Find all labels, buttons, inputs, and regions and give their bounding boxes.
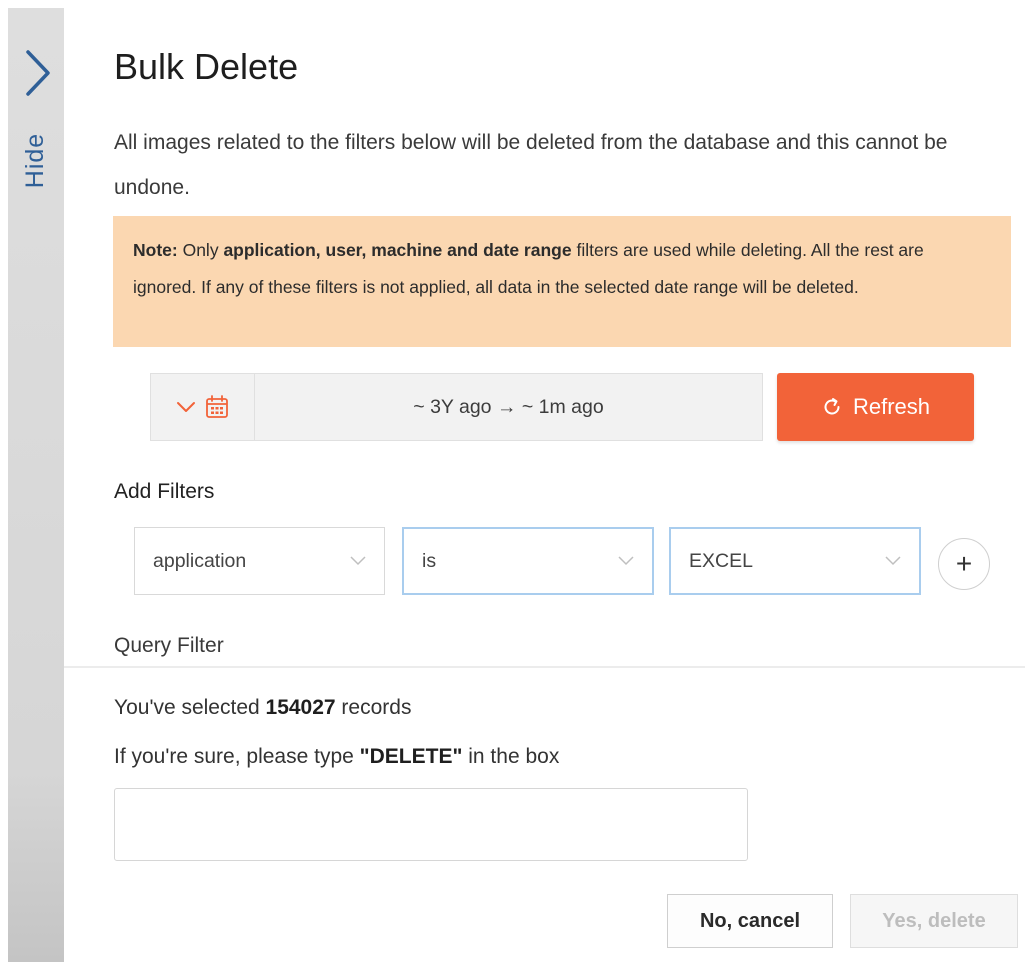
sidebar-strip: Hide: [8, 8, 64, 962]
selected-records-text: You've selected 154027 records: [114, 696, 411, 720]
chevron-down-icon: [350, 556, 366, 566]
confirm-prefix: If you're sure, please type: [114, 745, 360, 768]
confirm-keyword: "DELETE": [359, 745, 463, 768]
cancel-button[interactable]: No, cancel: [667, 894, 833, 948]
filter-field-select[interactable]: application: [134, 527, 385, 595]
confirm-delete-input[interactable]: [114, 788, 748, 861]
filter-operator-value: is: [422, 549, 437, 572]
filter-value-value: EXCEL: [689, 549, 753, 572]
add-filters-heading: Add Filters: [114, 480, 215, 503]
hide-label: Hide: [21, 132, 50, 188]
note-emphasis: application, user, machine and date rang…: [223, 240, 572, 260]
warning-note: Note: Only application, user, machine an…: [113, 216, 1011, 347]
chevron-down-icon: [885, 556, 901, 566]
page-title: Bulk Delete: [114, 46, 299, 87]
plus-icon: +: [955, 548, 973, 579]
delete-button[interactable]: Yes, delete: [850, 894, 1018, 948]
refresh-button[interactable]: Refresh: [777, 373, 974, 441]
date-range-value[interactable]: ~ 3Y ago → ~ 1m ago: [255, 374, 762, 440]
description-text: All images related to the filters below …: [114, 131, 948, 199]
refresh-icon: [824, 398, 840, 415]
add-filter-button[interactable]: +: [938, 538, 990, 590]
selected-suffix: records: [335, 696, 412, 719]
divider: [64, 666, 1025, 668]
query-filter-label: Query Filter: [114, 634, 224, 657]
note-text-before: Only: [177, 240, 224, 260]
refresh-label: Refresh: [852, 394, 931, 419]
date-range-toggle[interactable]: [151, 374, 255, 440]
filter-operator-select[interactable]: is: [402, 527, 654, 595]
chevron-down-icon: [618, 556, 634, 566]
filter-value-select[interactable]: EXCEL: [669, 527, 921, 595]
record-count: 154027: [265, 696, 336, 719]
hide-toggle[interactable]: Hide: [12, 120, 60, 200]
chevron-down-icon: [176, 402, 195, 412]
note-prefix: Note:: [133, 240, 178, 260]
confirm-suffix: in the box: [462, 745, 560, 768]
selected-prefix: You've selected: [114, 696, 266, 719]
confirm-instruction: If you're sure, please type "DELETE" in …: [114, 745, 559, 769]
bulk-delete-panel: Bulk Delete All images related to the fi…: [64, 8, 1025, 962]
calendar-icon: [205, 395, 228, 418]
date-range-picker[interactable]: ~ 3Y ago → ~ 1m ago: [150, 373, 763, 441]
chevron-right-icon[interactable]: [18, 48, 54, 98]
filter-field-value: application: [153, 549, 247, 572]
